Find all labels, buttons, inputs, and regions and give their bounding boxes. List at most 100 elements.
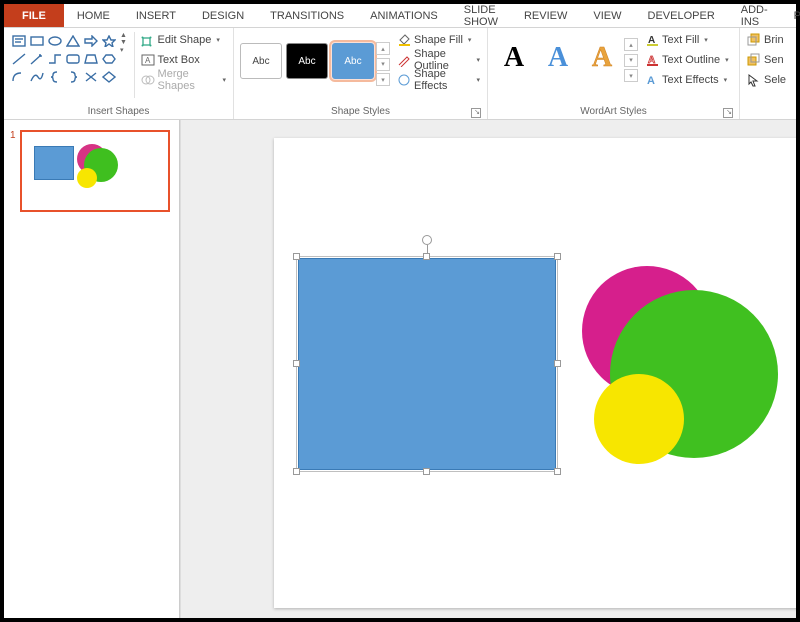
svg-text:A: A <box>145 56 151 65</box>
shape-oval-icon[interactable] <box>46 32 64 50</box>
tab-insert[interactable]: INSERT <box>123 4 189 27</box>
selection-outline <box>296 256 558 472</box>
shape-rectangle-icon[interactable] <box>28 32 46 50</box>
tab-home[interactable]: HOME <box>64 4 123 27</box>
shape-arrow-line-icon[interactable] <box>28 50 46 68</box>
shape-trapezoid-icon[interactable] <box>82 50 100 68</box>
send-backward-button[interactable]: Sen <box>744 50 789 70</box>
edit-shape-button[interactable]: Edit Shape ▾ <box>138 30 229 50</box>
resize-handle-tm[interactable] <box>423 253 430 260</box>
shape-star-icon[interactable] <box>100 32 118 50</box>
slide-thumbnail-1[interactable]: 1 <box>10 130 173 212</box>
slide-number: 1 <box>10 130 16 212</box>
tab-design[interactable]: DESIGN <box>189 4 257 27</box>
edit-shape-icon <box>141 33 155 47</box>
shape-rectangle-selected[interactable] <box>298 258 556 470</box>
merge-shapes-label: Merge Shapes <box>158 68 218 92</box>
shape-outline-button[interactable]: Shape Outline ▾ <box>394 50 483 70</box>
shapes-gallery[interactable] <box>8 30 120 88</box>
resize-handle-tl[interactable] <box>293 253 300 260</box>
shape-right-arrow-icon[interactable] <box>82 32 100 50</box>
shape-fill-button[interactable]: Shape Fill ▾ <box>394 30 483 50</box>
wordart-swatch-2[interactable]: A <box>538 38 578 78</box>
wordart-swatch-1[interactable]: A <box>494 38 534 78</box>
resize-handle-br[interactable] <box>554 468 561 475</box>
text-fill-button[interactable]: A Text Fill ▾ <box>642 30 732 50</box>
selection-pane-label: Sele <box>764 74 786 86</box>
text-fill-label: Text Fill <box>662 34 699 46</box>
send-backward-icon <box>747 53 761 67</box>
shape-textbox-icon[interactable] <box>10 32 28 50</box>
tab-slide-show[interactable]: SLIDE SHOW <box>451 4 511 27</box>
tab-pdf[interactable]: PDF <box>781 4 800 27</box>
ribbon-tab-strip: FILE HOME INSERT DESIGN TRANSITIONS ANIM… <box>4 4 796 28</box>
text-effects-label: Text Effects <box>662 74 719 86</box>
shape-effects-button[interactable]: Shape Effects ▾ <box>394 70 483 90</box>
shape-diamond-icon[interactable] <box>100 68 118 86</box>
style-swatch-1[interactable]: Abc <box>240 43 282 79</box>
thumb-shape-rect <box>34 146 74 180</box>
slide-canvas-area[interactable] <box>196 120 796 618</box>
dialog-launcher-icon[interactable]: ↘ <box>471 108 481 118</box>
slide[interactable] <box>274 138 796 608</box>
dialog-launcher-icon[interactable]: ↘ <box>723 108 733 118</box>
shape-hexagon-icon[interactable] <box>100 50 118 68</box>
text-fill-icon: A <box>645 33 659 47</box>
tab-animations[interactable]: ANIMATIONS <box>357 4 451 27</box>
resize-handle-tr[interactable] <box>554 253 561 260</box>
resize-handle-bl[interactable] <box>293 468 300 475</box>
shape-elbow-icon[interactable] <box>46 50 64 68</box>
resize-handle-ml[interactable] <box>293 360 300 367</box>
bring-forward-icon <box>747 33 761 47</box>
style-swatch-2[interactable]: Abc <box>286 43 328 79</box>
shape-curve-icon[interactable] <box>28 68 46 86</box>
shape-cross-icon[interactable] <box>82 68 100 86</box>
shape-left-brace-icon[interactable] <box>46 68 64 86</box>
shape-effects-label: Shape Effects <box>414 68 471 92</box>
resize-handle-mr[interactable] <box>554 360 561 367</box>
shape-rounded-rect-icon[interactable] <box>64 50 82 68</box>
wordart-swatch-3[interactable]: A <box>582 38 622 78</box>
text-box-button[interactable]: A Text Box <box>138 50 229 70</box>
dropdown-caret-icon: ▾ <box>725 56 729 64</box>
paint-bucket-icon <box>397 33 411 47</box>
thumbnail-scrollbar[interactable] <box>180 120 196 618</box>
shape-triangle-icon[interactable] <box>64 32 82 50</box>
shape-fill-label: Shape Fill <box>414 34 463 46</box>
selection-pane-icon <box>747 73 761 87</box>
group-label-insert-shapes: Insert Shapes <box>8 105 229 119</box>
tab-transitions[interactable]: TRANSITIONS <box>257 4 357 27</box>
dropdown-caret-icon: ▾ <box>468 36 472 44</box>
rotate-handle[interactable] <box>422 235 432 245</box>
shape-circle-yellow[interactable] <box>594 374 684 464</box>
tab-add-ins[interactable]: ADD-INS <box>728 4 781 27</box>
merge-shapes-button[interactable]: Merge Shapes ▾ <box>138 70 229 90</box>
shape-line-icon[interactable] <box>10 50 28 68</box>
text-outline-button[interactable]: A Text Outline ▾ <box>642 50 732 70</box>
tab-file[interactable]: FILE <box>4 4 64 27</box>
edit-shape-label: Edit Shape <box>158 34 212 46</box>
text-effects-icon: A <box>645 73 659 87</box>
resize-handle-bm[interactable] <box>423 468 430 475</box>
dropdown-caret-icon: ▾ <box>216 36 220 44</box>
thumb-shape-circle-yellow <box>77 168 97 188</box>
tab-view[interactable]: VIEW <box>580 4 634 27</box>
shapes-gallery-scroll[interactable]: ▲▼▾ <box>120 30 131 56</box>
pen-outline-icon <box>397 53 411 67</box>
style-gallery-scroll[interactable]: ▴▾▾ <box>376 42 390 86</box>
shape-right-brace-icon[interactable] <box>64 68 82 86</box>
bring-forward-button[interactable]: Brin <box>744 30 789 50</box>
dropdown-caret-icon: ▾ <box>223 76 227 84</box>
wordart-gallery-scroll[interactable]: ▴▾▾ <box>624 38 638 82</box>
tab-review[interactable]: REVIEW <box>511 4 580 27</box>
group-arrange-clipped: Brin Sen Sele <box>740 28 796 119</box>
style-swatch-3-selected[interactable]: Abc <box>332 43 374 79</box>
shape-tools-column: Edit Shape ▾ A Text Box Merge Shapes ▾ <box>138 30 229 90</box>
tab-developer[interactable]: DEVELOPER <box>635 4 728 27</box>
text-effects-button[interactable]: A Text Effects ▾ <box>642 70 732 90</box>
slide-thumbnail-panel: 1 <box>4 120 180 618</box>
ribbon: ▲▼▾ Edit Shape ▾ A Text Box Merge Shapes <box>4 28 796 120</box>
shape-arc-icon[interactable] <box>10 68 28 86</box>
selection-pane-button[interactable]: Sele <box>744 70 789 90</box>
app-window: FILE HOME INSERT DESIGN TRANSITIONS ANIM… <box>4 4 796 618</box>
